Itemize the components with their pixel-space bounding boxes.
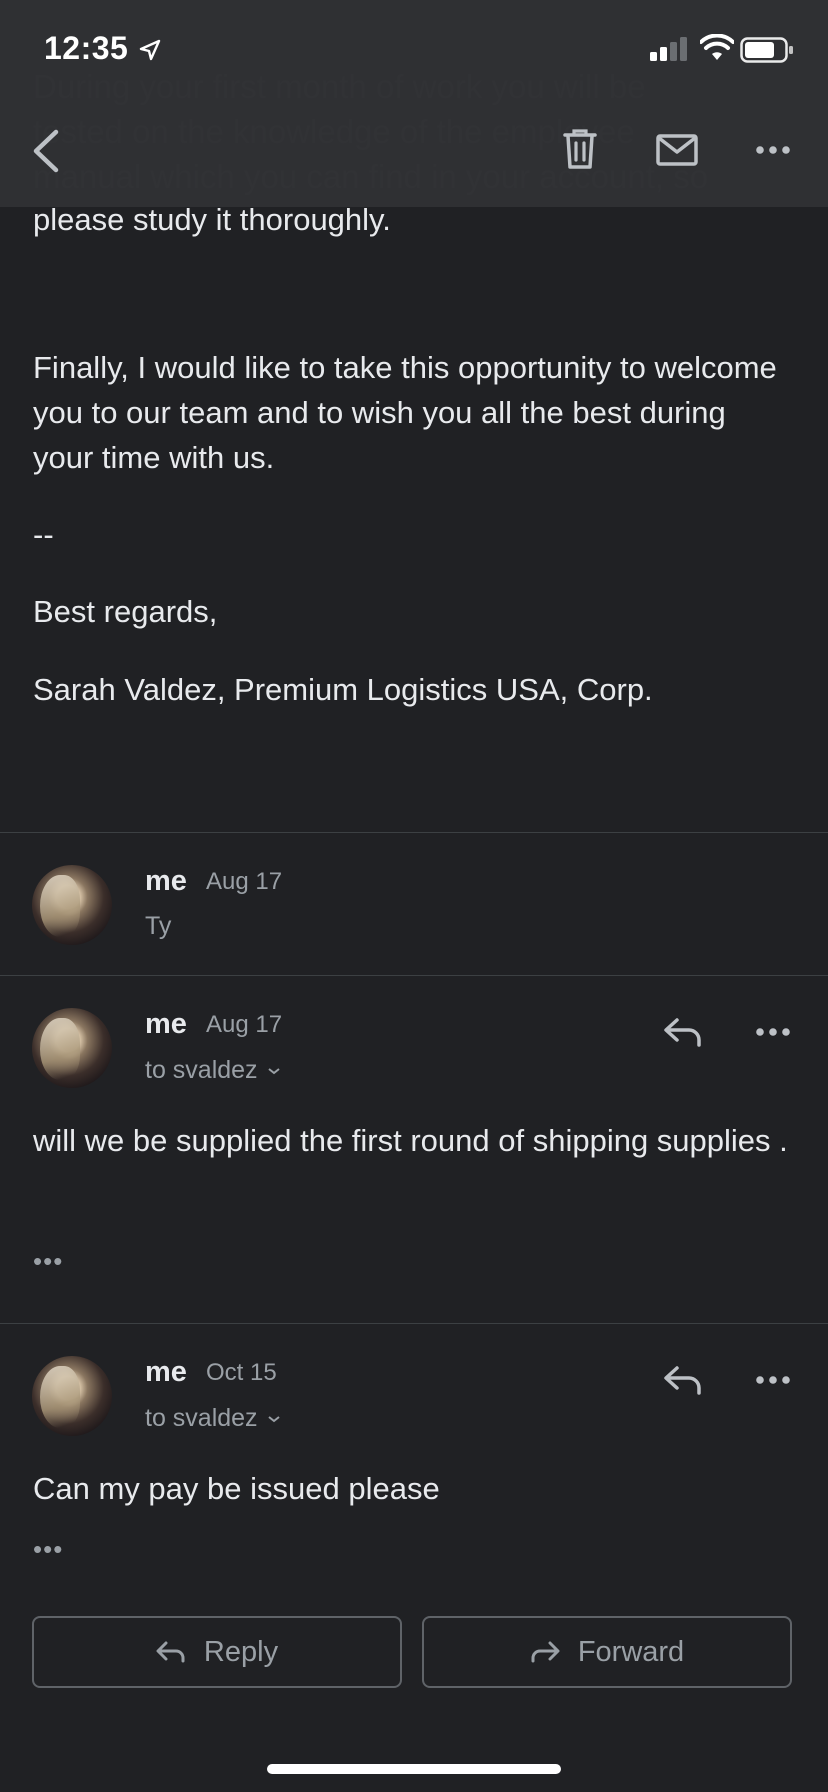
trash-icon[interactable]	[562, 128, 598, 170]
cellular-signal-icon	[650, 37, 687, 61]
sender-name: me	[145, 1356, 187, 1388]
message-body: Can my pay be issued please	[33, 1471, 440, 1506]
forward-label: Forward	[577, 1635, 685, 1668]
show-trimmed-content[interactable]: •••	[33, 1534, 63, 1565]
message-body: will we be supplied the first round of s…	[33, 1123, 788, 1158]
sender-name: me	[145, 1008, 187, 1040]
avatar	[32, 865, 112, 945]
recipient-toggle[interactable]: to svaldez	[145, 1404, 282, 1433]
closing-text: Best regards,	[33, 594, 218, 629]
location-arrow-icon	[139, 39, 161, 61]
previous-message-paragraph: Finally, I would like to take this oppor…	[33, 350, 777, 475]
wifi-icon	[700, 34, 734, 60]
show-trimmed-content[interactable]: •••	[33, 1246, 63, 1277]
message-date: Oct 15	[206, 1359, 277, 1386]
more-horizontal-icon[interactable]	[756, 1375, 790, 1385]
avatar	[32, 1008, 112, 1088]
forward-icon	[531, 1641, 560, 1663]
mail-icon[interactable]	[656, 134, 698, 166]
more-horizontal-icon[interactable]	[756, 145, 790, 155]
message-snippet: Ty	[145, 912, 172, 940]
status-time: 12:35	[44, 30, 129, 66]
chevron-down-icon	[267, 1067, 280, 1074]
expanded-message: me Oct 15 to svaldez Can my pay be issue…	[0, 1324, 828, 1574]
sender-name: me	[145, 865, 187, 897]
back-button[interactable]	[26, 128, 66, 174]
signature-separator: --	[33, 517, 54, 552]
recipient-text: to svaldez	[145, 1404, 258, 1432]
recipient-text: to svaldez	[145, 1056, 258, 1084]
forward-button[interactable]: Forward	[422, 1616, 792, 1688]
home-indicator[interactable]	[267, 1764, 561, 1774]
reply-icon[interactable]	[663, 1364, 703, 1396]
more-horizontal-icon[interactable]	[756, 1027, 790, 1037]
reply-label: Reply	[203, 1635, 279, 1668]
battery-icon	[740, 37, 793, 63]
message-date: Aug 17	[206, 868, 283, 895]
signature-text: Sarah Valdez, Premium Logistics USA, Cor…	[33, 672, 653, 707]
chevron-down-icon	[267, 1415, 280, 1422]
collapsed-message[interactable]: me Aug 17 Ty	[0, 833, 828, 975]
reply-button[interactable]: Reply	[32, 1616, 402, 1688]
expanded-message: me Aug 17 to svaldez will we be supplied…	[0, 976, 828, 1322]
reply-icon[interactable]	[663, 1016, 703, 1048]
reply-icon	[156, 1641, 185, 1663]
recipient-toggle[interactable]: to svaldez	[145, 1056, 282, 1085]
avatar	[32, 1356, 112, 1436]
message-date: Aug 17	[206, 1011, 283, 1038]
